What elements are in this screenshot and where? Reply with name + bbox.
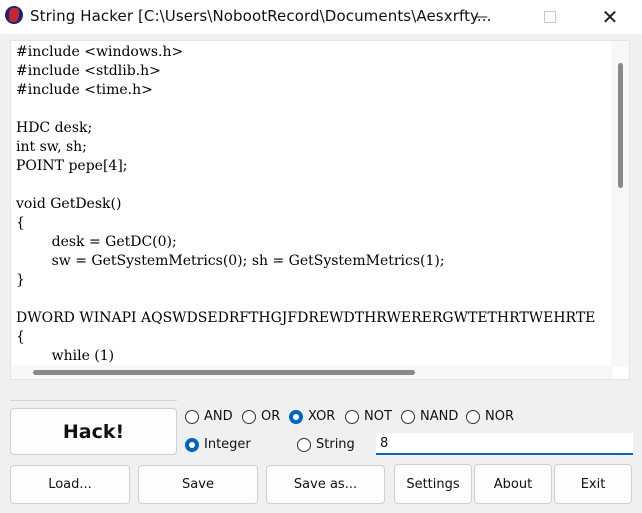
settings-button[interactable]: Settings bbox=[394, 464, 472, 504]
separator bbox=[10, 400, 177, 401]
code-editor[interactable]: #include <windows.h> #include <stdlib.h>… bbox=[10, 40, 630, 380]
radio-indicator bbox=[297, 437, 311, 452]
exit-button[interactable]: Exit bbox=[554, 464, 632, 504]
key-type-label: Integer bbox=[204, 437, 251, 452]
op-radio-xor[interactable]: XOR bbox=[289, 409, 335, 424]
maximize-button[interactable] bbox=[527, 0, 573, 34]
vertical-scroll-thumb[interactable] bbox=[618, 63, 623, 188]
op-label: NOR bbox=[485, 409, 514, 424]
op-radio-nand[interactable]: NAND bbox=[401, 409, 458, 424]
radio-indicator-selected bbox=[185, 437, 199, 452]
close-button[interactable]: ✕ bbox=[587, 0, 633, 34]
vertical-scrollbar[interactable] bbox=[611, 41, 629, 367]
radio-indicator-selected bbox=[289, 409, 303, 424]
key-type-label: String bbox=[316, 437, 355, 452]
op-radio-or[interactable]: OR bbox=[242, 409, 280, 424]
app-icon bbox=[5, 6, 23, 24]
key-type-radio-integer[interactable]: Integer bbox=[185, 437, 251, 452]
window-title: String Hacker [C:\Users\NobootRecord\Doc… bbox=[30, 7, 492, 25]
op-label: NOT bbox=[364, 409, 392, 424]
op-label: OR bbox=[261, 409, 281, 424]
radio-indicator bbox=[242, 409, 256, 424]
horizontal-scroll-thumb[interactable] bbox=[33, 370, 415, 375]
close-icon: ✕ bbox=[601, 5, 619, 29]
save-button[interactable]: Save bbox=[138, 465, 258, 504]
op-label: AND bbox=[204, 409, 233, 424]
radio-indicator bbox=[345, 409, 359, 424]
editor-text[interactable]: #include <windows.h> #include <stdlib.h>… bbox=[16, 43, 595, 379]
title-bar[interactable]: String Hacker [C:\Users\NobootRecord\Doc… bbox=[0, 0, 642, 34]
maximize-icon bbox=[544, 11, 556, 23]
radio-indicator bbox=[401, 409, 415, 424]
op-label: NAND bbox=[420, 409, 459, 424]
radio-indicator bbox=[466, 409, 480, 424]
op-radio-nor[interactable]: NOR bbox=[466, 409, 514, 424]
op-radio-and[interactable]: AND bbox=[185, 409, 233, 424]
horizontal-scrollbar[interactable] bbox=[11, 365, 613, 379]
key-input[interactable] bbox=[376, 433, 633, 455]
load-button[interactable]: Load... bbox=[10, 465, 130, 504]
key-type-radio-string[interactable]: String bbox=[297, 437, 355, 452]
hack-button[interactable]: Hack! bbox=[10, 408, 177, 455]
minimize-icon: — bbox=[474, 9, 488, 25]
radio-indicator bbox=[185, 409, 199, 424]
op-label: XOR bbox=[308, 409, 336, 424]
about-button[interactable]: About bbox=[474, 464, 552, 504]
minimize-button[interactable]: — bbox=[458, 0, 504, 34]
save-as-button[interactable]: Save as... bbox=[266, 465, 385, 504]
op-radio-not[interactable]: NOT bbox=[345, 409, 392, 424]
